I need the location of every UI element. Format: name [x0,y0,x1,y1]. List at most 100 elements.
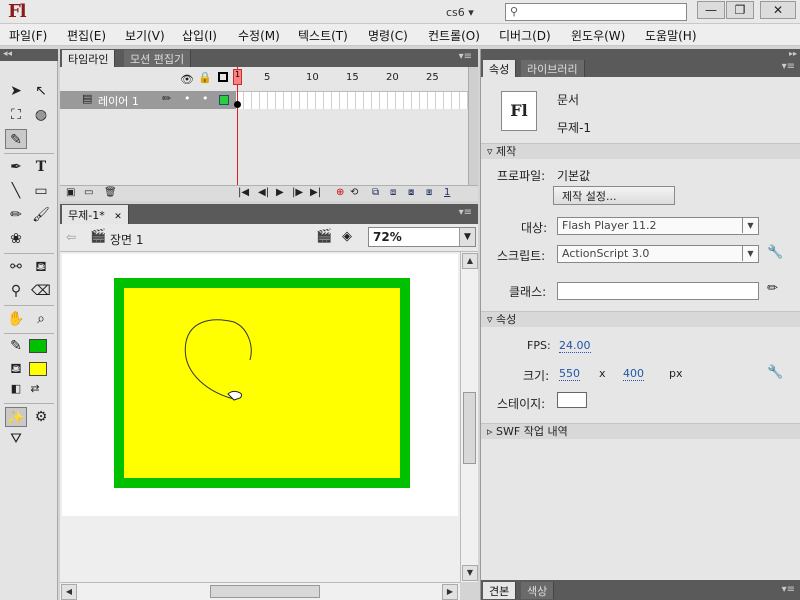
menu-debug[interactable]: 디버그(D) [499,27,551,44]
tab-motion-editor[interactable]: 모션 편집기 [124,50,192,67]
height-value[interactable]: 400 [623,367,644,381]
scroll-down-icon[interactable]: ▼ [462,565,478,581]
text-tool-icon[interactable]: T [30,157,52,177]
lock-icon[interactable]: 🔒 [198,71,212,84]
new-layer-icon[interactable]: ▣ [66,187,75,198]
edit-symbols-icon[interactable]: ◈ [342,229,352,244]
tab-swatches[interactable]: 견본 [483,582,517,599]
loop-icon[interactable]: ⟲ [350,187,358,198]
section-properties[interactable]: ▿ 속성 [481,311,800,327]
width-value[interactable]: 550 [559,367,580,381]
line-tool-icon[interactable]: ╲ [5,181,27,201]
canvas-area[interactable] [60,252,460,582]
section-swf-history[interactable]: ▹ SWF 작업 내역 [481,423,800,439]
subselection-tool-icon[interactable]: ↖ [30,81,52,101]
layer-row[interactable]: ▤ 레이어 1 ✏ • • [60,91,236,109]
tab-library[interactable]: 라이브러리 [521,60,585,77]
horizontal-scrollbar[interactable]: ◀ ▶ [60,582,460,600]
minimize-button[interactable]: — [697,1,725,19]
menu-modify[interactable]: 수정(M) [238,27,280,44]
onion-skin-icon[interactable]: ⧉ [372,187,379,198]
swap-colors-icon[interactable]: ⇄ [24,379,46,399]
step-forward-icon[interactable]: |▶ [292,187,303,198]
onion-markers-icon[interactable]: ⧆ [426,187,432,198]
back-arrow-icon[interactable]: ⇦ [66,230,76,244]
onion-outline-icon[interactable]: ⧈ [390,187,396,198]
layer-color-box[interactable] [219,95,229,105]
playhead[interactable]: 1 [233,69,242,85]
layer-name[interactable]: 레이어 1 [98,93,139,109]
lock-dot[interactable]: • [202,92,209,105]
menu-commands[interactable]: 명령(C) [368,27,408,44]
magic-wand-settings-icon[interactable]: ⚙ [30,407,52,427]
tab-properties[interactable]: 속성 [483,60,517,77]
scroll-right-icon[interactable]: ▶ [442,584,458,600]
3d-rotation-tool-icon[interactable]: ◍ [30,105,52,125]
step-back-icon[interactable]: ◀| [258,187,269,198]
scrollbar-thumb[interactable] [210,585,320,598]
menu-text[interactable]: 텍스트(T) [298,27,348,44]
pencil-tool-icon[interactable]: ✏ [5,205,27,225]
restore-button[interactable]: ❐ [726,1,754,19]
magic-wand-icon[interactable]: ✨ [5,407,27,427]
menu-insert[interactable]: 삽입(I) [182,27,217,44]
publish-settings-button[interactable]: 제작 설정... [553,186,675,205]
eye-icon[interactable]: 👁 [180,73,194,86]
eyedropper-tool-icon[interactable]: ⚲ [5,281,27,301]
hand-tool-icon[interactable]: ✋ [5,309,27,329]
selection-tool-icon[interactable]: ➤ [5,81,27,101]
bone-tool-icon[interactable]: ⚯ [5,257,27,277]
polygon-mode-icon[interactable]: ⛛ [5,429,27,449]
paint-bucket-tool-icon[interactable]: ⛾ [30,257,52,277]
wrench-icon[interactable]: 🔧 [767,365,783,380]
edit-multiple-icon[interactable]: ⧇ [408,187,414,198]
pen-tool-icon[interactable]: ✒ [5,157,27,177]
new-folder-icon[interactable]: ▭ [84,187,93,198]
menu-view[interactable]: 보기(V) [125,27,165,44]
go-to-last-icon[interactable]: ▶| [310,187,321,198]
pasteboard[interactable] [62,254,458,516]
rectangle-tool-icon[interactable]: ▭ [30,181,52,201]
scroll-up-icon[interactable]: ▲ [462,253,478,269]
zoom-select[interactable]: 72% ▼ [368,227,476,247]
stage-color-swatch[interactable] [557,392,587,408]
vertical-scrollbar[interactable]: ▲ ▼ [460,252,478,582]
target-select[interactable]: Flash Player 11.2 ▼ [557,217,759,235]
eraser-tool-icon[interactable]: ⌫ [30,281,52,301]
current-frame[interactable]: 1 [444,187,450,198]
close-button[interactable]: ✕ [760,1,796,19]
search-input[interactable]: ⚲ [505,3,687,21]
scroll-left-icon[interactable]: ◀ [61,584,77,600]
panel-menu-icon[interactable]: ▾≡ [782,584,795,595]
edit-scene-icon[interactable]: 🎬 [316,229,332,244]
play-icon[interactable]: ▶ [276,187,284,198]
pencil-icon[interactable]: ✏ [767,281,778,296]
fps-value[interactable]: 24.00 [559,339,591,353]
tab-color[interactable]: 색상 [521,582,555,599]
go-to-first-icon[interactable]: |◀ [238,187,249,198]
center-frame-icon[interactable]: ⊕ [336,187,344,198]
panel-menu-icon[interactable]: ▾≡ [459,207,472,218]
menu-edit[interactable]: 편집(E) [67,27,106,44]
panel-menu-icon[interactable]: ▾≡ [782,61,795,72]
scrollbar-thumb[interactable] [463,392,476,464]
visibility-dot[interactable]: • [184,92,191,105]
fill-color-swatch[interactable] [29,362,47,376]
panel-menu-icon[interactable]: ▾≡ [459,51,472,62]
tab-timeline[interactable]: 타임라인 [62,50,116,67]
section-publish[interactable]: ▿ 제작 [481,143,800,159]
stroke-color-swatch[interactable] [29,339,47,353]
brush-tool-icon[interactable]: 🖌 [30,205,52,225]
outline-icon[interactable] [218,72,228,82]
workspace-switcher[interactable]: cs6 ▾ [446,6,474,19]
timeline-scrollbar[interactable] [468,67,478,189]
menu-file[interactable]: 파일(F) [9,27,47,44]
tools-panel-header[interactable]: ◂◂ [0,49,58,61]
menu-window[interactable]: 윈도우(W) [571,27,625,44]
class-input[interactable] [557,282,759,300]
frame-grid[interactable] [236,91,468,109]
close-tab-icon[interactable]: ✕ [114,212,122,222]
delete-layer-icon[interactable]: 🗑 [104,187,117,198]
tab-document[interactable]: 무제-1* ✕ [62,205,129,224]
menu-help[interactable]: 도움말(H) [645,27,697,44]
